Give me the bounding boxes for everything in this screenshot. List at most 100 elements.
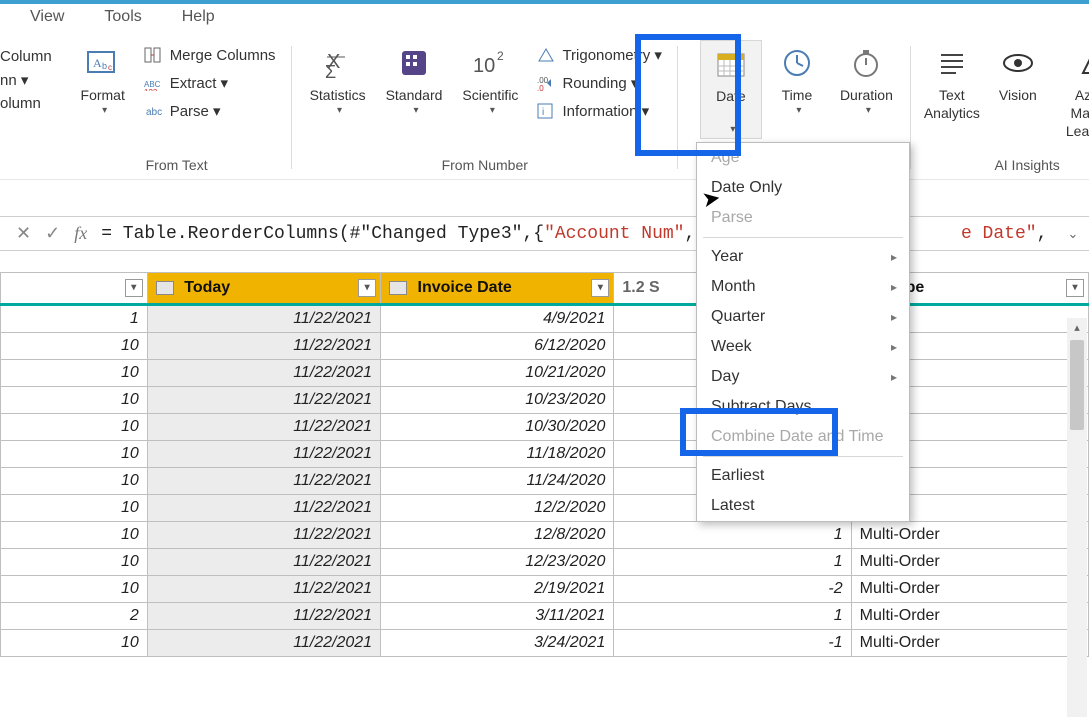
menu-latest[interactable]: Latest	[697, 491, 909, 521]
cell-invoice-date[interactable]: 2/19/2021	[381, 576, 614, 603]
table-row[interactable]: 1011/22/20213/24/2021-1Multi-Order	[1, 630, 1089, 657]
cell-s[interactable]: 1	[614, 522, 851, 549]
duration-button[interactable]: Duration▾	[832, 40, 901, 119]
cell-acct[interactable]: 10	[1, 576, 148, 603]
cell-type[interactable]: Multi-Order	[851, 630, 1088, 657]
cell-today[interactable]: 11/22/2021	[147, 305, 380, 333]
cell-acct[interactable]: 10	[1, 549, 148, 576]
cell-invoice-date[interactable]: 12/8/2020	[381, 522, 614, 549]
time-button[interactable]: Time▾	[766, 40, 828, 119]
cell-invoice-date[interactable]: 6/12/2020	[381, 333, 614, 360]
cell-type[interactable]: Multi-Order	[851, 549, 1088, 576]
filter-icon[interactable]: ▾	[358, 279, 376, 297]
vertical-scrollbar[interactable]: ▴	[1067, 318, 1087, 717]
cell-acct[interactable]: 10	[1, 387, 148, 414]
cell-acct[interactable]: 10	[1, 414, 148, 441]
filter-icon[interactable]: ▾	[591, 279, 609, 297]
cell-acct[interactable]: 10	[1, 468, 148, 495]
formula-expand-button[interactable]: ⌄	[1061, 226, 1085, 242]
cell-today[interactable]: 11/22/2021	[147, 360, 380, 387]
menu-month[interactable]: Month▸	[697, 272, 909, 302]
menu-date-only[interactable]: Date Only	[697, 173, 909, 203]
cell-today[interactable]: 11/22/2021	[147, 576, 380, 603]
cell-invoice-date[interactable]: 11/18/2020	[381, 441, 614, 468]
cell-acct[interactable]: 10	[1, 333, 148, 360]
col-header-invoice-date[interactable]: Invoice Date ▾	[381, 273, 614, 305]
formula-commit-icon[interactable]: ✓	[45, 223, 60, 244]
cell-invoice-date[interactable]: 3/11/2021	[381, 603, 614, 630]
cell-acct[interactable]: 10	[1, 495, 148, 522]
date-button[interactable]: Date▾	[700, 40, 762, 139]
azure-ml-button[interactable]: Azure Machin Learning	[1053, 40, 1089, 143]
table-row[interactable]: 211/22/20213/11/20211Multi-Order	[1, 603, 1089, 630]
merge-columns-button[interactable]: Merge Columns	[138, 42, 282, 68]
table-row[interactable]: 1011/22/202112/8/20201Multi-Order	[1, 522, 1089, 549]
cell-acct[interactable]: 10	[1, 441, 148, 468]
cell-type[interactable]: Multi-Order	[851, 576, 1088, 603]
table-row[interactable]: 1011/22/202112/23/20201Multi-Order	[1, 549, 1089, 576]
cell-today[interactable]: 11/22/2021	[147, 441, 380, 468]
statistics-button[interactable]: ΧΣ Statistics▾	[302, 40, 374, 119]
filter-icon[interactable]: ▾	[125, 279, 143, 297]
menu-combine[interactable]: Combine Date and Time	[697, 422, 909, 452]
text-analytics-button[interactable]: Text Analytics	[921, 40, 983, 124]
cell-acct[interactable]: 10	[1, 522, 148, 549]
cell-acct[interactable]: 2	[1, 603, 148, 630]
scientific-button[interactable]: 102 Scientific▾	[454, 40, 526, 119]
filter-icon[interactable]: ▾	[1066, 279, 1084, 297]
table-row[interactable]: 1011/22/202111/18/2020rder	[1, 441, 1089, 468]
cell-today[interactable]: 11/22/2021	[147, 414, 380, 441]
fx-icon[interactable]: fx	[74, 223, 87, 244]
menu-subtract-days[interactable]: Subtract Days	[697, 392, 909, 422]
trigonometry-button[interactable]: Trigonometry ▾	[530, 42, 668, 68]
menu-age[interactable]: Age	[697, 143, 909, 173]
standard-button[interactable]: Standard▾	[378, 40, 451, 119]
vision-button[interactable]: Vision	[987, 40, 1049, 106]
cell-acct[interactable]: 10	[1, 630, 148, 657]
cell-acct[interactable]: 1	[1, 305, 148, 333]
cell-today[interactable]: 11/22/2021	[147, 468, 380, 495]
cell-acct[interactable]: 10	[1, 360, 148, 387]
table-row[interactable]: 1011/22/20212/19/2021-2Multi-Order	[1, 576, 1089, 603]
ribbon-btn-olumn-partial[interactable]: olumn	[0, 93, 52, 114]
col-header-acct[interactable]: ▾	[1, 273, 148, 305]
cell-invoice-date[interactable]: 4/9/2021	[381, 305, 614, 333]
cell-type[interactable]: Multi-Order	[851, 603, 1088, 630]
cell-s[interactable]: -1	[614, 630, 851, 657]
col-header-today[interactable]: Today ▾	[147, 273, 380, 305]
table-row[interactable]: 1011/22/20216/12/2020rder	[1, 333, 1089, 360]
cell-today[interactable]: 11/22/2021	[147, 549, 380, 576]
cell-today[interactable]: 11/22/2021	[147, 387, 380, 414]
cell-type[interactable]: Multi-Order	[851, 522, 1088, 549]
parse-button[interactable]: abc Parse ▾	[138, 98, 282, 124]
menu-earliest[interactable]: Earliest	[697, 461, 909, 491]
formula-cancel-icon[interactable]: ✕	[16, 223, 31, 244]
format-button[interactable]: Abc Format▾	[72, 40, 134, 119]
extract-button[interactable]: ABC123 Extract ▾	[138, 70, 282, 96]
cell-invoice-date[interactable]: 12/23/2020	[381, 549, 614, 576]
menu-view[interactable]: View	[30, 8, 64, 26]
menu-day[interactable]: Day▸	[697, 362, 909, 392]
cell-invoice-date[interactable]: 11/24/2020	[381, 468, 614, 495]
table-row[interactable]: 1011/22/202112/2/2020rder	[1, 495, 1089, 522]
menu-help[interactable]: Help	[182, 8, 215, 26]
scroll-thumb[interactable]	[1070, 340, 1084, 430]
ribbon-btn-column-partial[interactable]: Column	[0, 46, 52, 67]
cell-today[interactable]: 11/22/2021	[147, 522, 380, 549]
table-row[interactable]: 1011/22/202111/24/2020rder	[1, 468, 1089, 495]
cell-invoice-date[interactable]: 10/23/2020	[381, 387, 614, 414]
cell-today[interactable]: 11/22/2021	[147, 333, 380, 360]
cell-today[interactable]: 11/22/2021	[147, 630, 380, 657]
cell-s[interactable]: -2	[614, 576, 851, 603]
information-button[interactable]: i Information ▾	[530, 98, 668, 124]
scroll-up-icon[interactable]: ▴	[1067, 318, 1087, 338]
cell-today[interactable]: 11/22/2021	[147, 495, 380, 522]
cell-invoice-date[interactable]: 10/21/2020	[381, 360, 614, 387]
cell-s[interactable]: 1	[614, 603, 851, 630]
cell-s[interactable]: 1	[614, 549, 851, 576]
cell-invoice-date[interactable]: 10/30/2020	[381, 414, 614, 441]
menu-week[interactable]: Week▸	[697, 332, 909, 362]
cell-invoice-date[interactable]: 3/24/2021	[381, 630, 614, 657]
menu-tools[interactable]: Tools	[104, 8, 141, 26]
table-row[interactable]: 1011/22/202110/21/2020rder	[1, 360, 1089, 387]
